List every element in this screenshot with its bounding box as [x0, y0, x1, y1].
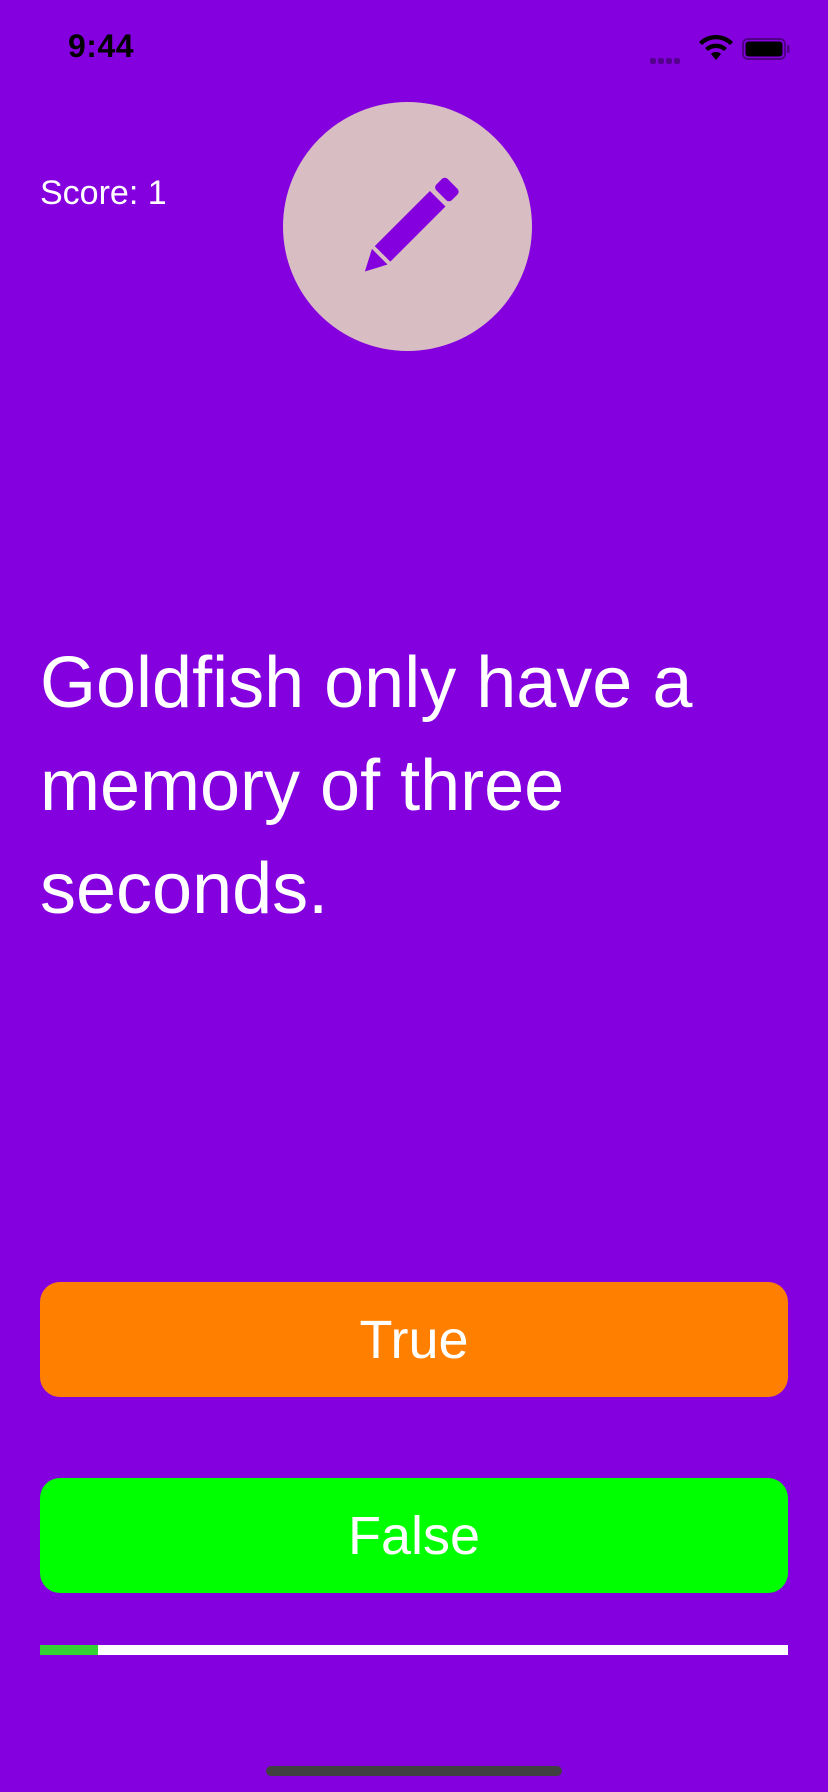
false-button[interactable]: False	[40, 1478, 788, 1593]
home-indicator[interactable]	[266, 1766, 562, 1776]
true-button[interactable]: True	[40, 1282, 788, 1397]
cellular-signal-icon	[650, 54, 690, 64]
status-bar: 9:44	[0, 0, 828, 100]
battery-icon	[742, 38, 790, 60]
status-time: 9:44	[68, 28, 135, 64]
question-text: Goldfish only have a memory of three sec…	[40, 643, 693, 929]
score-label: Score: 1	[40, 174, 167, 212]
wifi-icon	[699, 34, 733, 60]
false-button-label: False	[347, 1505, 481, 1566]
progress-fill	[40, 1645, 98, 1655]
pencil-icon	[364, 177, 459, 272]
progress-bar	[40, 1645, 788, 1655]
true-button-label: True	[359, 1309, 469, 1370]
avatar	[283, 102, 532, 351]
